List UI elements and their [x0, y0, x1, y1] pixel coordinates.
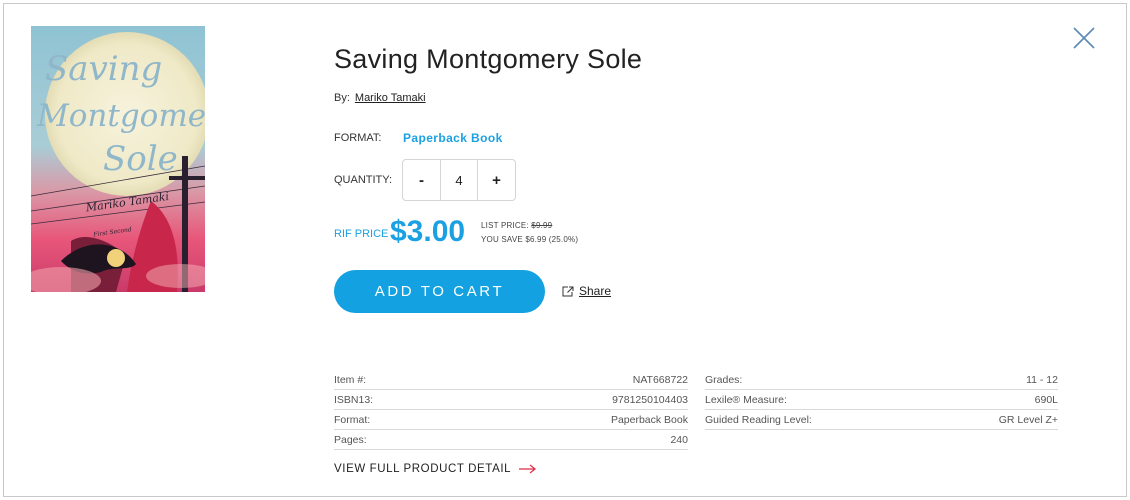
- details-left-column: Item #: NAT668722 ISBN13: 9781250104403 …: [334, 370, 688, 450]
- detail-key: ISBN13:: [334, 393, 374, 406]
- detail-value: 690L: [1034, 393, 1058, 406]
- detail-value: 11 - 12: [1026, 373, 1058, 386]
- cover-title-line3: Sole: [103, 139, 178, 179]
- detail-key: Guided Reading Level:: [705, 413, 812, 426]
- detail-key: Grades:: [705, 373, 743, 386]
- increment-button[interactable]: +: [478, 160, 515, 200]
- quantity-stepper: - 4 +: [402, 159, 516, 201]
- byline: By: Mariko Tamaki: [334, 92, 426, 104]
- author-link[interactable]: Mariko Tamaki: [355, 92, 426, 104]
- you-save: YOU SAVE $6.99 (25.0%): [481, 235, 579, 244]
- product-details-table: Item #: NAT668722 ISBN13: 9781250104403 …: [334, 370, 1058, 450]
- view-full-product-detail-link[interactable]: VIEW FULL PRODUCT DETAIL: [334, 463, 537, 475]
- external-link-icon: [562, 286, 574, 296]
- detail-row-pages: Pages: 240: [334, 430, 688, 450]
- format-label: FORMAT:: [334, 132, 382, 144]
- share-label: Share: [579, 284, 612, 298]
- detail-value: NAT668722: [632, 373, 688, 386]
- add-to-cart-button[interactable]: ADD TO CART: [334, 270, 545, 313]
- rif-price-label: RIF PRICE: [334, 228, 389, 240]
- detail-row-guided-reading: Guided Reading Level: GR Level Z+: [705, 410, 1058, 430]
- cover-title-line1: Saving: [45, 49, 162, 89]
- detail-key: Lexile® Measure:: [705, 393, 787, 406]
- quantity-input[interactable]: 4: [440, 160, 478, 200]
- details-right-column: Grades: 11 - 12 Lexile® Measure: 690L Gu…: [705, 370, 1058, 430]
- detail-key: Item #:: [334, 373, 367, 386]
- detail-key: Format:: [334, 413, 371, 426]
- list-price: LIST PRICE: $9.99: [481, 221, 552, 230]
- list-price-value: $9.99: [531, 221, 553, 230]
- format-row: FORMAT: Paperback Book: [334, 131, 502, 145]
- detail-row-format: Format: Paperback Book: [334, 410, 688, 430]
- detail-value: Paperback Book: [610, 413, 688, 426]
- quantity-label: QUANTITY:: [334, 174, 393, 186]
- format-value-link[interactable]: Paperback Book: [403, 131, 503, 145]
- book-cover-image: Saving Montgomery Sole Mariko Tamaki Fir…: [31, 26, 205, 292]
- arrow-right-icon: [519, 464, 537, 474]
- view-full-label: VIEW FULL PRODUCT DETAIL: [334, 463, 512, 475]
- detail-row-grades: Grades: 11 - 12: [705, 370, 1058, 390]
- detail-row-lexile: Lexile® Measure: 690L: [705, 390, 1058, 410]
- by-label: By:: [334, 92, 350, 104]
- close-button[interactable]: [1070, 24, 1098, 52]
- product-quick-view-modal: Saving Montgomery Sole Mariko Tamaki Fir…: [3, 3, 1127, 497]
- detail-value: 9781250104403: [612, 393, 688, 406]
- decrement-button[interactable]: -: [403, 160, 440, 200]
- detail-value: GR Level Z+: [998, 413, 1058, 426]
- share-link[interactable]: Share: [562, 284, 611, 298]
- close-icon: [1073, 27, 1095, 49]
- detail-key: Pages:: [334, 433, 367, 446]
- list-price-label: LIST PRICE:: [481, 221, 529, 230]
- product-title: Saving Montgomery Sole: [334, 44, 643, 74]
- detail-row-isbn13: ISBN13: 9781250104403: [334, 390, 688, 410]
- detail-row-item-number: Item #: NAT668722: [334, 370, 688, 390]
- rif-price: $3.00: [390, 215, 466, 248]
- detail-value: 240: [670, 433, 688, 446]
- cover-title-line2: Montgomery: [36, 98, 205, 134]
